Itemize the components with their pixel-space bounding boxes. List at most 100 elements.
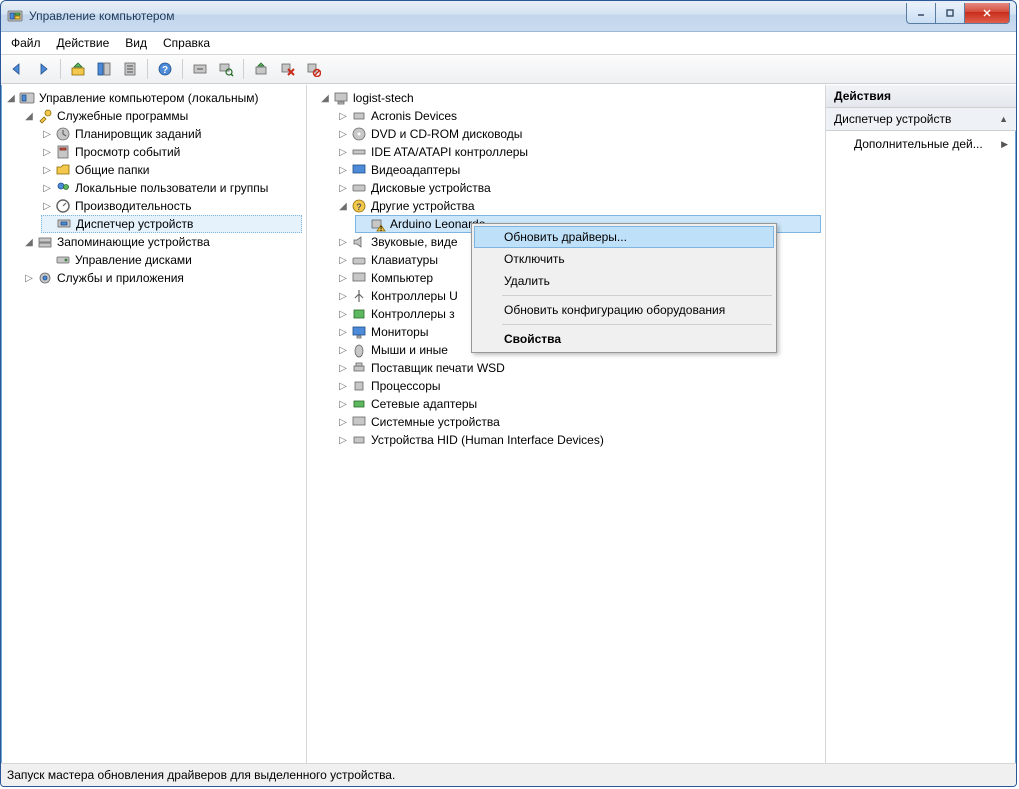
svg-text:?: ? xyxy=(356,202,362,212)
tool-show-hide-button[interactable] xyxy=(92,57,116,81)
tool-uninstall-button[interactable] xyxy=(275,57,299,81)
expand-toggle-icon[interactable]: ▷ xyxy=(337,128,349,140)
expand-toggle-icon[interactable]: ▷ xyxy=(337,380,349,392)
expand-toggle-icon[interactable]: ▷ xyxy=(337,272,349,284)
expand-toggle-icon[interactable]: ▷ xyxy=(337,254,349,266)
device-other[interactable]: ◢?Другие устройства xyxy=(337,197,821,215)
tree-system-tools[interactable]: ◢ Служебные программы xyxy=(23,107,302,125)
device-disk[interactable]: ▷Дисковые устройства xyxy=(337,179,821,197)
tree-disk-management[interactable]: ▷ Управление дисками xyxy=(41,251,302,269)
expand-toggle-icon[interactable]: ▷ xyxy=(41,200,53,212)
expand-toggle-icon[interactable]: ◢ xyxy=(23,110,35,122)
expand-toggle-icon[interactable]: ▷ xyxy=(23,272,35,284)
expand-toggle-icon[interactable]: ▷ xyxy=(337,344,349,356)
ctx-delete[interactable]: Удалить xyxy=(474,270,774,292)
node-label: Клавиатуры xyxy=(371,253,438,267)
actions-subheader[interactable]: Диспетчер устройств ▲ xyxy=(826,108,1016,131)
tree-local-users[interactable]: ▷ Локальные пользователи и группы xyxy=(41,179,302,197)
tree-device-manager[interactable]: ▷ Диспетчер устройств xyxy=(41,215,302,233)
actions-more-link[interactable]: Дополнительные дей... ▶ xyxy=(826,131,1016,157)
tree-task-scheduler[interactable]: ▷ Планировщик заданий xyxy=(41,125,302,143)
expand-toggle-icon[interactable]: ▷ xyxy=(337,434,349,446)
tool-disable-button[interactable] xyxy=(301,57,325,81)
network-adapter-icon xyxy=(351,396,367,412)
expand-toggle-icon[interactable]: ▷ xyxy=(337,398,349,410)
device-system[interactable]: ▷ Системные устройства xyxy=(337,413,821,431)
expand-toggle-icon[interactable]: ▷ xyxy=(41,182,53,194)
menu-action[interactable]: Действие xyxy=(49,34,118,52)
device-printers[interactable]: ▷ Поставщик печати WSD xyxy=(337,359,821,377)
minimize-button[interactable] xyxy=(906,3,936,24)
device-network[interactable]: ▷ Сетевые адаптеры xyxy=(337,395,821,413)
ctx-properties[interactable]: Свойства xyxy=(474,328,774,350)
processor-icon xyxy=(351,378,367,394)
tools-icon xyxy=(37,108,53,124)
node-label: Контроллеры U xyxy=(371,289,458,303)
tree-shared-folders[interactable]: ▷ Общие папки xyxy=(41,161,302,179)
expand-toggle-icon[interactable]: ◢ xyxy=(319,92,331,104)
printer-icon xyxy=(351,360,367,376)
tree-performance[interactable]: ▷ Производительность xyxy=(41,197,302,215)
generic-device-icon xyxy=(351,108,367,124)
expand-toggle-icon[interactable]: ▷ xyxy=(41,128,53,140)
device-acronis[interactable]: ▷Acronis Devices xyxy=(337,107,821,125)
menu-file[interactable]: Файл xyxy=(3,34,49,52)
expand-toggle-icon[interactable]: ▷ xyxy=(337,308,349,320)
expand-toggle-icon[interactable]: ▷ xyxy=(41,164,53,176)
expand-toggle-icon[interactable]: ◢ xyxy=(5,92,17,104)
node-label: Поставщик печати WSD xyxy=(371,361,505,375)
maximize-button[interactable] xyxy=(936,3,965,24)
node-label: Компьютер xyxy=(371,271,433,285)
tool-help-button[interactable]: ? xyxy=(153,57,177,81)
tree-services-apps[interactable]: ▷ Службы и приложения xyxy=(23,269,302,287)
node-label: Сетевые адаптеры xyxy=(371,397,477,411)
expand-toggle-icon[interactable]: ▷ xyxy=(337,182,349,194)
toolbar-separator xyxy=(60,59,61,79)
expand-toggle-icon[interactable]: ▷ xyxy=(337,416,349,428)
close-button[interactable] xyxy=(965,3,1010,24)
nav-back-button[interactable] xyxy=(5,57,29,81)
expand-toggle-icon[interactable]: ▷ xyxy=(337,110,349,122)
ctx-update-drivers[interactable]: Обновить драйверы... xyxy=(474,226,774,248)
expand-toggle-icon[interactable]: ▷ xyxy=(337,164,349,176)
menu-bar: Файл Действие Вид Справка xyxy=(1,32,1016,55)
expand-toggle-icon[interactable]: ▷ xyxy=(337,146,349,158)
node-label: IDE ATA/ATAPI контроллеры xyxy=(371,145,528,159)
ctx-scan-hardware[interactable]: Обновить конфигурацию оборудования xyxy=(474,299,774,321)
node-label: logist-stech xyxy=(353,91,414,105)
actions-header: Действия xyxy=(826,85,1016,108)
device-root[interactable]: ◢ logist-stech xyxy=(319,89,821,107)
device-manager-icon xyxy=(56,216,72,232)
node-label: Производительность xyxy=(75,199,191,213)
expand-toggle-icon[interactable]: ▷ xyxy=(337,362,349,374)
tool-up-button[interactable] xyxy=(66,57,90,81)
ide-controller-icon xyxy=(351,144,367,160)
device-hid[interactable]: ▷Устройства HID (Human Interface Devices… xyxy=(337,431,821,449)
ctx-disable[interactable]: Отключить xyxy=(474,248,774,270)
device-ide[interactable]: ▷ IDE ATA/ATAPI контроллеры xyxy=(337,143,821,161)
node-label: Системные устройства xyxy=(371,415,500,429)
tool-scan-button[interactable] xyxy=(214,57,238,81)
tree-storage[interactable]: ◢ Запоминающие устройства xyxy=(23,233,302,251)
tool-properties-button[interactable] xyxy=(118,57,142,81)
device-dvd[interactable]: ▷DVD и CD-ROM дисководы xyxy=(337,125,821,143)
expand-toggle-icon[interactable]: ▷ xyxy=(41,146,53,158)
device-tree-pane: ◢ logist-stech ▷Acronis Devices ▷DVD и C… xyxy=(307,85,826,763)
expand-toggle-icon[interactable]: ▷ xyxy=(337,326,349,338)
expand-toggle-icon[interactable]: ◢ xyxy=(23,236,35,248)
tree-event-viewer[interactable]: ▷ Просмотр событий xyxy=(41,143,302,161)
tool-action1-button[interactable] xyxy=(188,57,212,81)
menu-view[interactable]: Вид xyxy=(117,34,155,52)
device-processors[interactable]: ▷Процессоры xyxy=(337,377,821,395)
device-video[interactable]: ▷Видеоадаптеры xyxy=(337,161,821,179)
expand-toggle-icon[interactable]: ▷ xyxy=(337,290,349,302)
tree-root-local[interactable]: ◢ Управление компьютером (локальным) xyxy=(5,89,302,107)
tool-update-driver-button[interactable] xyxy=(249,57,273,81)
expand-toggle-icon[interactable]: ▷ xyxy=(337,236,349,248)
expand-toggle-icon[interactable]: ◢ xyxy=(337,200,349,212)
hid-icon xyxy=(351,432,367,448)
keyboard-icon xyxy=(351,252,367,268)
toolbar-separator xyxy=(182,59,183,79)
nav-forward-button[interactable] xyxy=(31,57,55,81)
menu-help[interactable]: Справка xyxy=(155,34,218,52)
